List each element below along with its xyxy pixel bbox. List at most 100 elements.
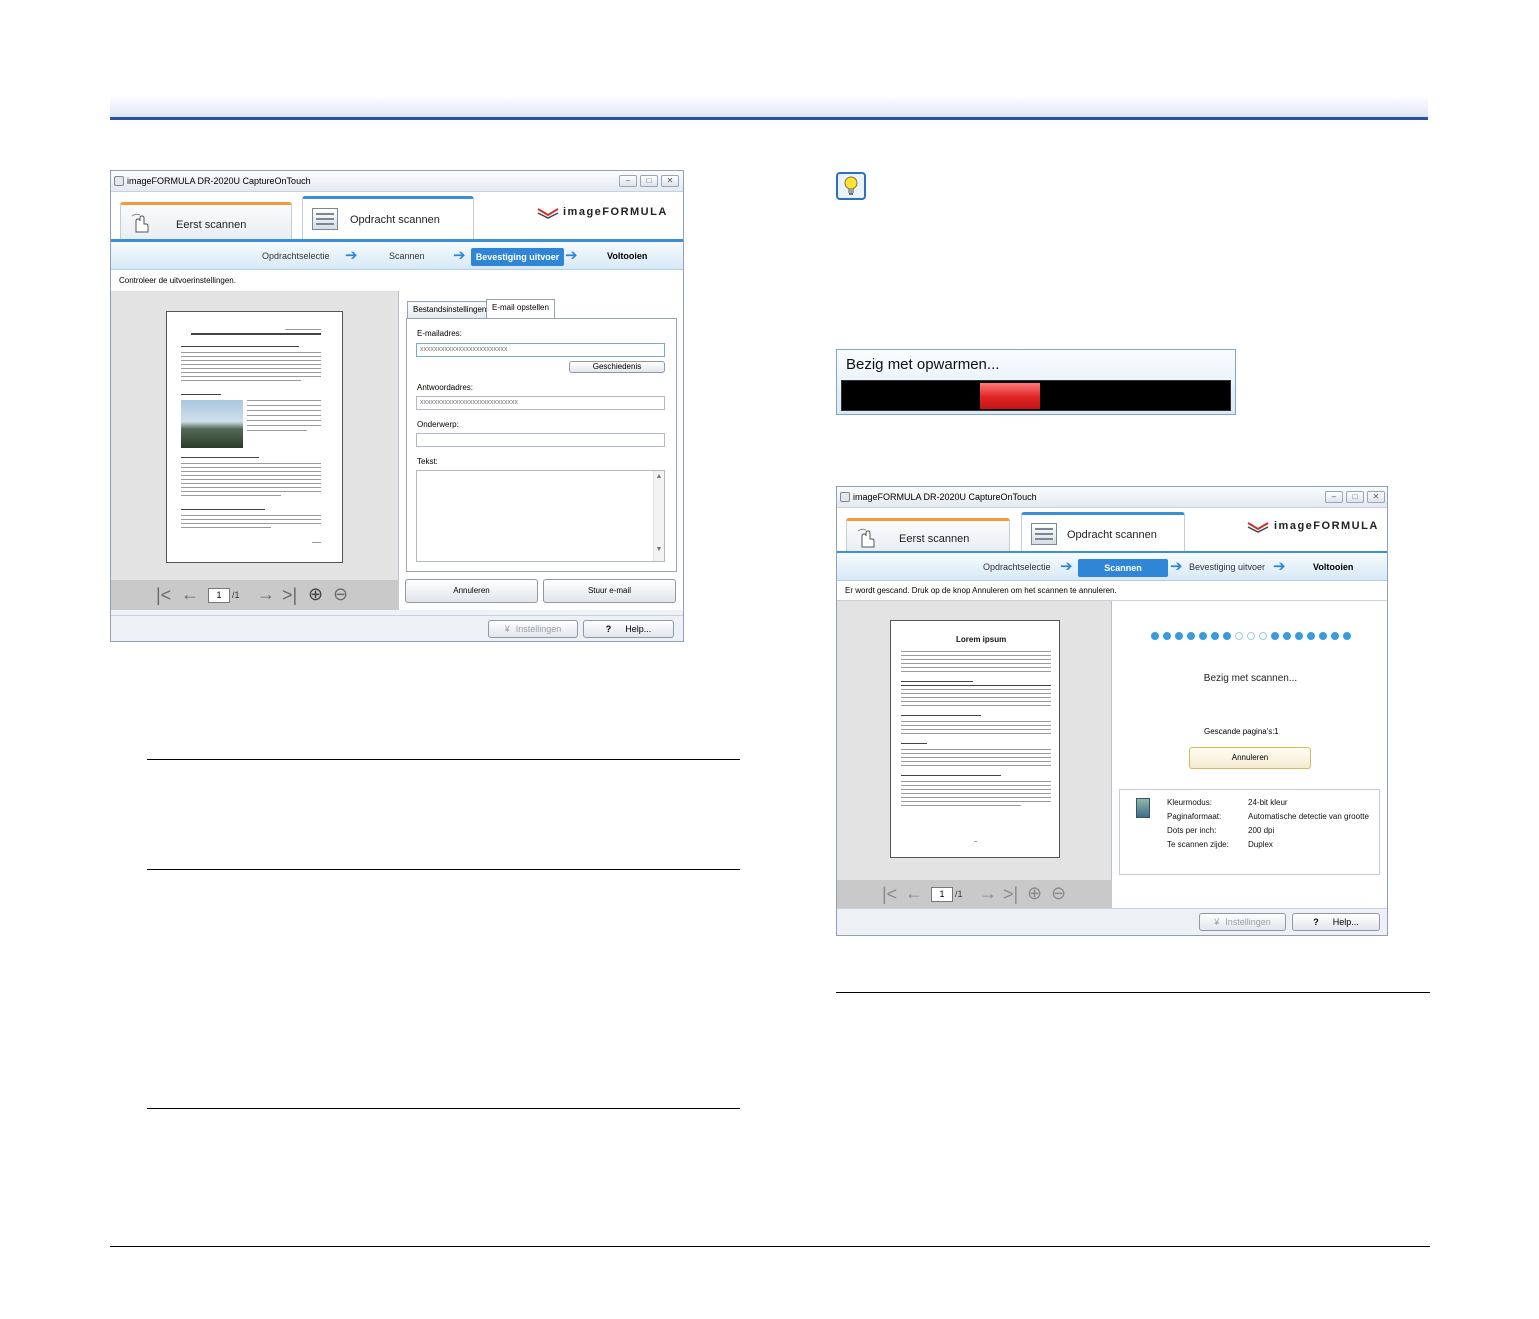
message-textarea[interactable]: ▲ ▼ — [416, 470, 665, 562]
info-value: 24-bit kleur — [1248, 798, 1288, 807]
brand-logo: imageFORMULA — [1274, 520, 1379, 532]
tab-bestandsinstellingen[interactable]: Bestandsinstellingen — [407, 301, 493, 318]
preview-pane: |< ← 1 /1 → >| ⊕ ⊖ — [111, 291, 399, 610]
window-titlebar: imageFORMULA DR-2020U CaptureOnTouch – □… — [837, 487, 1387, 508]
maximize-button[interactable]: □ — [1346, 491, 1364, 503]
header-rule — [110, 117, 1428, 120]
window-title: imageFORMULA DR-2020U CaptureOnTouch — [127, 176, 311, 186]
close-button[interactable]: ✕ — [661, 175, 679, 187]
help-button[interactable]: ? Help... — [1292, 913, 1380, 931]
warmup-dialog: Bezig met opwarmen... — [836, 349, 1236, 415]
first-page-icon[interactable]: |< — [882, 884, 897, 904]
next-page-icon[interactable]: → — [979, 883, 997, 903]
minimize-button[interactable]: – — [1325, 491, 1343, 503]
doc-line — [247, 425, 321, 426]
zoom-in-icon[interactable]: ⊕ — [1027, 883, 1042, 903]
header-band — [110, 95, 1428, 117]
zoom-in-icon[interactable]: ⊕ — [308, 584, 323, 604]
doc-line — [181, 523, 321, 524]
settings-button[interactable]: ¥ Instellingen — [1199, 913, 1286, 931]
step-bevestiging-uitvoer: Bevestiging uitvoer — [471, 248, 564, 266]
cancel-button[interactable]: Annuleren — [1189, 747, 1311, 769]
last-page-icon[interactable]: >| — [1003, 884, 1018, 904]
doc-line — [901, 659, 1051, 660]
tab-email-opstellen[interactable]: E-mail opstellen — [486, 299, 555, 318]
instruction-text: Er wordt gescand. Druk op de knop Annule… — [837, 581, 1387, 601]
textarea-scrollbar[interactable]: ▲ ▼ — [653, 471, 664, 561]
prev-page-icon[interactable]: ← — [181, 584, 199, 604]
window-footer: ¥ Instellingen ? Help... — [837, 908, 1387, 935]
app-icon — [114, 176, 124, 186]
step-opdrachtselectie: Opdrachtselectie — [983, 562, 1051, 572]
progress-dot — [1331, 632, 1339, 640]
prev-page-icon[interactable]: ← — [905, 883, 923, 903]
progress-dot — [1319, 632, 1327, 640]
separator-line — [147, 1108, 740, 1109]
tab-opdracht-scannen[interactable]: Opdracht scannen — [1021, 512, 1185, 553]
window-titlebar: imageFORMULA DR-2020U CaptureOnTouch – □… — [111, 171, 683, 192]
step-scannen: Scannen — [389, 251, 425, 261]
email-field[interactable]: xxxxxxxxxxxxxxxxxxxxxxxxx — [416, 343, 665, 357]
zoom-out-icon[interactable]: ⊖ — [333, 584, 348, 604]
close-button[interactable]: ✕ — [1367, 491, 1385, 503]
doc-heading — [181, 509, 265, 510]
send-email-button[interactable]: Stuur e-mail — [543, 579, 676, 603]
scanned-pages-value: 1 — [1274, 727, 1279, 736]
doc-line — [901, 725, 1051, 726]
doc-line — [901, 797, 1051, 798]
first-page-icon[interactable]: |< — [156, 585, 171, 605]
doc-line — [285, 329, 321, 330]
last-page-icon[interactable]: >| — [282, 585, 297, 605]
page-number-input[interactable]: 1 — [931, 887, 953, 902]
cancel-button[interactable]: Annuleren — [405, 579, 538, 603]
wrench-icon: ¥ — [504, 624, 510, 634]
lightbulb-icon — [836, 172, 866, 200]
reply-address-field[interactable]: xxxxxxxxxxxxxxxxxxxxxxxxxxxx — [416, 396, 665, 410]
next-page-icon[interactable]: → — [257, 584, 275, 604]
help-icon: ? — [1313, 917, 1319, 927]
doc-title: Lorem ipsum — [956, 635, 1007, 644]
help-button[interactable]: ? Help... — [583, 620, 674, 638]
doc-line — [247, 430, 307, 431]
step-opdrachtselectie: Opdrachtselectie — [262, 251, 330, 261]
tab-opdracht-scannen[interactable]: Opdracht scannen — [302, 196, 474, 240]
arrow-right-icon: ➔ — [1273, 558, 1286, 575]
subject-field[interactable] — [416, 433, 665, 447]
doc-line — [901, 757, 1051, 758]
info-value: Duplex — [1248, 840, 1273, 849]
doc-line — [181, 364, 321, 365]
doc-rule — [191, 333, 321, 335]
progress-dot — [1211, 632, 1219, 640]
info-label: Dots per inch: — [1167, 826, 1217, 835]
separator-line — [147, 759, 740, 760]
step-bar: Opdrachtselectie ➔ Scannen ➔ Bevestiging… — [837, 553, 1387, 581]
scanned-pages-label: Gescande pagina's: — [1204, 727, 1275, 736]
doc-line — [901, 729, 1051, 730]
doc-heading — [181, 394, 221, 395]
tab-label: Opdracht scannen — [350, 214, 440, 226]
page-total: /1 — [232, 590, 240, 600]
settings-button[interactable]: ¥ Instellingen — [488, 620, 578, 638]
app-icon — [840, 492, 850, 502]
doc-heading — [181, 346, 299, 347]
tab-eerst-scannen[interactable]: Eerst scannen — [846, 518, 1010, 553]
page-total: /1 — [955, 889, 963, 899]
tab-label: Eerst scannen — [176, 219, 247, 231]
minimize-button[interactable]: – — [619, 175, 637, 187]
doc-line — [181, 515, 321, 516]
doc-heading — [901, 743, 927, 744]
doc-line — [901, 761, 1051, 762]
warmup-text: Bezig met opwarmen... — [846, 356, 1000, 373]
zoom-out-icon[interactable]: ⊖ — [1051, 883, 1066, 903]
page-number-input[interactable]: 1 — [208, 588, 230, 603]
maximize-button[interactable]: □ — [640, 175, 658, 187]
doc-line — [901, 651, 1051, 652]
arrow-right-icon: ➔ — [453, 247, 466, 264]
doc-line — [901, 701, 1051, 702]
tab-eerst-scannen[interactable]: Eerst scannen — [120, 202, 292, 240]
text-label: Tekst: — [417, 457, 438, 466]
document-preview — [166, 311, 343, 563]
history-button[interactable]: Geschiedenis — [569, 361, 665, 373]
footer-rule — [110, 1246, 1430, 1247]
doc-photo — [181, 400, 243, 448]
